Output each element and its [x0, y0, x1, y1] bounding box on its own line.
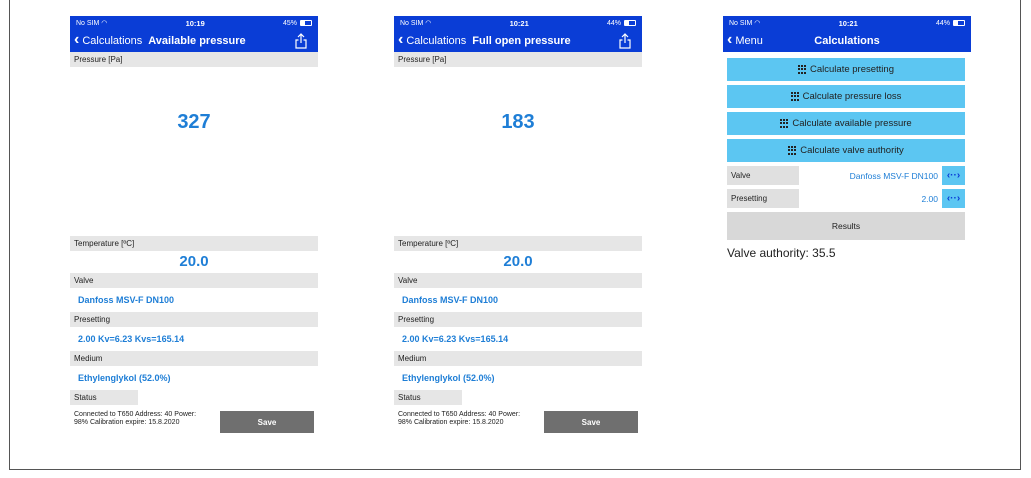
back-label: Calculations	[406, 35, 467, 47]
phone-screen-available-pressure: No SIM ◠ 10:19 45% ‹ Calculations Availa…	[70, 16, 318, 433]
status-bar: No SIM ◠ 10:19 45%	[70, 16, 318, 30]
temperature-label: Temperature [ºC]	[70, 236, 318, 251]
presetting-label: Presetting	[394, 312, 642, 327]
temperature-value: 20.0	[179, 253, 209, 270]
swap-arrows-icon[interactable]: ‹··›	[942, 166, 965, 185]
status-time: 10:21	[838, 18, 858, 28]
grid-icon	[798, 65, 807, 74]
status-label: Status	[70, 390, 138, 405]
share-icon[interactable]	[618, 33, 632, 49]
pressure-value: 183	[501, 111, 535, 133]
save-button[interactable]: Save	[220, 411, 314, 433]
medium-label: Medium	[394, 351, 642, 366]
pressure-label: Pressure [Pa]	[394, 52, 642, 67]
valve-authority-text: Valve authority: 35.5	[727, 246, 836, 260]
grid-icon	[780, 119, 789, 128]
back-label: Calculations	[82, 35, 143, 47]
wifi-icon: ◠	[754, 20, 761, 27]
share-icon[interactable]	[294, 33, 308, 49]
wifi-icon: ◠	[425, 20, 432, 27]
status-time: 10:19	[185, 18, 205, 28]
save-button[interactable]: Save	[544, 411, 638, 433]
button-label: Calculate presetting	[810, 64, 894, 75]
status-label: Status	[394, 390, 462, 405]
phone-screen-full-open-pressure: No SIM ◠ 10:21 44% ‹ Calculations Full o…	[394, 16, 642, 433]
valve-row: Valve Danfoss MSV-F DN100 ‹··›	[727, 166, 965, 185]
back-button[interactable]: ‹ Calculations	[398, 31, 467, 48]
medium-label: Medium	[70, 351, 318, 366]
button-label: Calculate pressure loss	[802, 91, 902, 102]
swap-arrows-icon[interactable]: ‹··›	[942, 189, 965, 208]
pressure-label: Pressure [Pa]	[70, 52, 318, 67]
presetting-value: 2.00	[921, 193, 938, 204]
nav-bar: ‹ Calculations Full open pressure	[394, 30, 642, 52]
status-time: 10:21	[509, 18, 529, 28]
carrier-label: No SIM	[729, 20, 753, 27]
grid-icon	[788, 146, 797, 155]
medium-value[interactable]: Ethylenglykol (52.0%)	[70, 366, 318, 390]
valve-label: Valve	[394, 273, 642, 288]
carrier-label: No SIM	[400, 20, 424, 27]
back-button[interactable]: ‹ Calculations	[74, 31, 143, 48]
valve-label: Valve	[727, 166, 799, 185]
phone-screen-calculations: No SIM ◠ 10:21 44% ‹ Menu Calculations C…	[723, 16, 971, 260]
valve-label: Valve	[70, 273, 318, 288]
status-bar: No SIM ◠ 10:21 44%	[723, 16, 971, 30]
battery-icon	[299, 20, 312, 26]
battery-icon	[952, 20, 965, 26]
button-label: Calculate available pressure	[792, 118, 912, 129]
nav-bar: ‹ Menu Calculations	[723, 30, 971, 52]
battery-icon	[623, 20, 636, 26]
valve-value[interactable]: Danfoss MSV-F DN100	[70, 288, 318, 312]
battery-percent: 44%	[935, 19, 950, 27]
presetting-label: Presetting	[70, 312, 318, 327]
valve-value[interactable]: Danfoss MSV-F DN100	[394, 288, 642, 312]
back-label: Menu	[735, 35, 763, 47]
presetting-row: Presetting 2.00 ‹··›	[727, 189, 965, 208]
page-title: Full open pressure	[472, 35, 571, 47]
back-button[interactable]: ‹ Menu	[727, 31, 763, 48]
calculate-available-pressure-button[interactable]: Calculate available pressure	[727, 112, 965, 135]
pressure-value: 327	[177, 111, 211, 133]
temperature-value: 20.0	[503, 253, 533, 270]
calculate-pressure-loss-button[interactable]: Calculate pressure loss	[727, 85, 965, 108]
calculate-presetting-button[interactable]: Calculate presetting	[727, 58, 965, 81]
status-bar: No SIM ◠ 10:21 44%	[394, 16, 642, 30]
status-text: Connected to T650 Address: 40 Power: 98%…	[398, 411, 521, 426]
valve-value: Danfoss MSV-F DN100	[849, 170, 938, 181]
nav-bar: ‹ Calculations Available pressure	[70, 30, 318, 52]
temperature-label: Temperature [ºC]	[394, 236, 642, 251]
chevron-left-icon: ‹	[727, 31, 733, 48]
presetting-label: Presetting	[727, 189, 799, 208]
carrier-label: No SIM	[76, 20, 100, 27]
presetting-value[interactable]: 2.00 Kv=6.23 Kvs=165.14	[70, 327, 318, 351]
chevron-left-icon: ‹	[398, 31, 404, 48]
status-text: Connected to T650 Address: 40 Power: 98%…	[74, 411, 197, 426]
button-label: Calculate valve authority	[800, 145, 904, 156]
calculate-valve-authority-button[interactable]: Calculate valve authority	[727, 139, 965, 162]
results-button[interactable]: Results	[727, 212, 965, 240]
medium-value[interactable]: Ethylenglykol (52.0%)	[394, 366, 642, 390]
grid-icon	[790, 92, 800, 101]
page-title: Available pressure	[148, 35, 246, 47]
chevron-left-icon: ‹	[74, 31, 80, 48]
presetting-value[interactable]: 2.00 Kv=6.23 Kvs=165.14	[394, 327, 642, 351]
battery-percent: 45%	[282, 19, 297, 27]
wifi-icon: ◠	[101, 20, 108, 27]
battery-percent: 44%	[606, 19, 621, 27]
